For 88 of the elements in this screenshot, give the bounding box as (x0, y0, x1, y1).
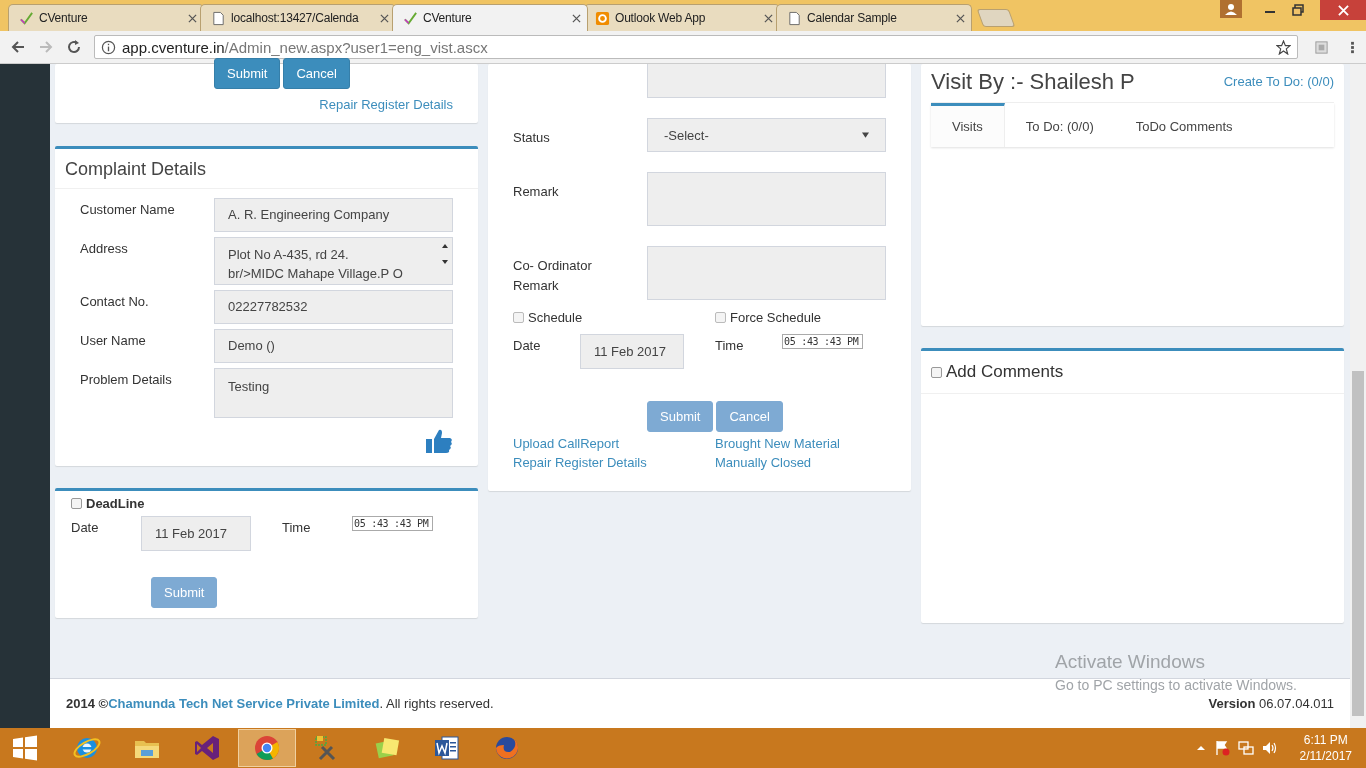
page-icon (211, 10, 226, 26)
field-label: Contact No. (80, 293, 150, 311)
textarea-field[interactable] (647, 172, 886, 226)
field-label: Problem Details (80, 371, 173, 389)
field-label: Time (281, 519, 312, 535)
chrome-icon (252, 733, 282, 763)
document-icon (432, 733, 462, 763)
date-field[interactable]: 11 Feb 2017 (580, 334, 684, 369)
user-icon[interactable] (1220, 0, 1242, 18)
submit-button[interactable]: Submit (214, 58, 281, 89)
start-icon[interactable] (12, 735, 38, 761)
caret-icon (862, 132, 869, 138)
time-field[interactable]: 05 :43 :43 PM (782, 334, 863, 349)
field-label: Date (71, 519, 100, 535)
input-field[interactable]: Demo () (214, 329, 453, 363)
close-icon[interactable] (380, 13, 389, 23)
activation-title: Activate Windows (1055, 651, 1206, 673)
time-field[interactable]: 05 :43 :43 PM (352, 516, 433, 531)
status-dropdown[interactable]: -Select- (647, 118, 886, 152)
scrollbar[interactable] (1350, 64, 1366, 728)
action-link[interactable]: Brought New Material (715, 436, 915, 451)
card-title: Complaint Details (55, 149, 478, 189)
input-field[interactable]: 02227782532 (214, 290, 453, 324)
checkmark-icon (19, 10, 34, 26)
card-title: Visit By :- Shailesh P (931, 70, 1135, 96)
tab[interactable]: Visits (931, 103, 1005, 147)
studio-icon (192, 733, 222, 763)
scroll-arrows-icon[interactable] (441, 242, 449, 266)
show-hidden-icon[interactable] (1195, 743, 1206, 753)
checkbox-label: Add Comments (946, 362, 1064, 382)
address-field[interactable]: Plot No A-435, rd 24. br/>MIDC Mahape Village.P O (214, 237, 453, 285)
browser-tab[interactable]: CVenture (392, 4, 588, 31)
field-label: Time (714, 337, 745, 353)
chrome-app-button[interactable] (238, 729, 296, 767)
field-label: Date (513, 337, 542, 353)
field-label: Remark (513, 183, 560, 201)
outlook-icon (595, 10, 610, 26)
checkbox-label: DeadLine (86, 496, 145, 511)
field-label: Co- Ordinator Remark (513, 257, 593, 295)
checkbox[interactable] (71, 498, 82, 509)
close-icon[interactable] (188, 13, 197, 23)
action-link[interactable]: Manually Closed (715, 455, 915, 470)
checkbox[interactable] (715, 312, 726, 323)
checkbox[interactable] (931, 366, 942, 378)
thumbs-up-icon[interactable] (425, 428, 453, 454)
version-text: Version 06.07.04.011 (1208, 696, 1334, 711)
address-bar[interactable]: app.cventure.in/Admin_new.aspx?user1=eng_vist.ascx (94, 35, 1298, 59)
field-label: Status (513, 129, 551, 147)
create-todo-link[interactable]: Create To Do: (0/0) (1223, 74, 1334, 102)
flag-icon[interactable] (1213, 740, 1230, 756)
repair-register-link[interactable]: Repair Register Details (319, 97, 453, 112)
textarea-field[interactable] (647, 246, 886, 300)
action-link[interactable]: Repair Register Details (513, 455, 715, 470)
reload-icon[interactable] (66, 39, 82, 55)
company-link[interactable]: Chamunda Tech Net Service Private Limited (108, 696, 380, 711)
forward-icon[interactable] (38, 39, 54, 55)
close-icon (1337, 4, 1349, 16)
field-label: Address (80, 240, 129, 258)
checkbox-label: Force Schedule (730, 310, 822, 325)
close-icon[interactable] (764, 13, 773, 23)
new-tab-button[interactable] (976, 9, 1016, 27)
checkmark-icon (403, 10, 418, 26)
tab[interactable]: To Do: (0/0) (1004, 103, 1115, 147)
network-icon[interactable] (1237, 740, 1254, 756)
back-icon[interactable] (10, 39, 26, 55)
speaker-icon[interactable] (1261, 740, 1278, 756)
checkbox[interactable] (513, 312, 524, 323)
tab[interactable]: ToDo Comments (1114, 103, 1254, 147)
extension-icon[interactable] (1314, 39, 1329, 55)
checkbox-label: Schedule (528, 310, 583, 325)
close-icon[interactable] (956, 13, 965, 23)
textarea-field[interactable]: Testing (214, 368, 453, 418)
bookmark-star-icon[interactable] (1276, 39, 1291, 55)
field-label: Customer Name (80, 201, 176, 219)
page-icon (787, 10, 802, 26)
browser-tab[interactable]: Calendar Sample (776, 4, 972, 31)
info-icon (101, 39, 116, 55)
textarea-field[interactable] (647, 64, 886, 98)
action-link[interactable]: Upload CallReport (513, 436, 715, 451)
field-label: User Name (80, 332, 147, 350)
copyright-text: 2014 ©Chamunda Tech Net Service Private Limited. All rights reserved. (66, 696, 494, 711)
close-window-button[interactable] (1320, 0, 1366, 20)
date-field[interactable]: 11 Feb 2017 (141, 516, 251, 551)
maximize-icon[interactable] (1292, 4, 1304, 16)
cancel-button[interactable]: Cancel (283, 58, 350, 89)
activation-hint: Go to PC settings to activate Windows. (1055, 677, 1297, 693)
input-field[interactable]: A. R. Engineering Company (214, 198, 453, 232)
close-icon[interactable] (572, 13, 581, 23)
